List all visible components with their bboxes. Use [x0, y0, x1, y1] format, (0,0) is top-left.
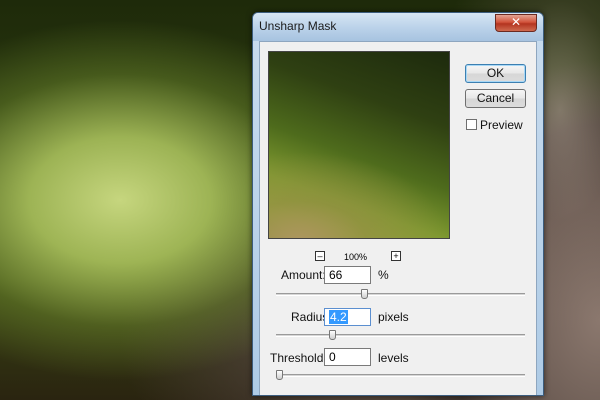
threshold-value: 0 — [329, 350, 336, 364]
cancel-button[interactable]: Cancel — [465, 89, 526, 108]
threshold-label: Threshold: — [270, 351, 327, 365]
threshold-slider-track[interactable] — [276, 374, 525, 377]
radius-slider-track[interactable] — [276, 334, 525, 337]
amount-slider-track[interactable] — [276, 293, 525, 296]
amount-unit: % — [378, 268, 389, 282]
amount-input[interactable]: 66 — [324, 266, 371, 284]
radius-slider-thumb[interactable] — [329, 330, 337, 340]
radius-unit: pixels — [378, 310, 409, 324]
preview-label: Preview — [480, 118, 523, 132]
preview-checkbox[interactable] — [466, 119, 477, 130]
zoom-in-button[interactable]: + — [391, 251, 401, 261]
radius-input[interactable]: 4.2 — [324, 308, 371, 326]
dialog-title: Unsharp Mask — [259, 19, 337, 33]
ok-button[interactable]: OK — [465, 64, 526, 83]
zoom-in-icon: + — [393, 251, 399, 261]
amount-value: 66 — [329, 268, 343, 282]
threshold-input[interactable]: 0 — [324, 348, 371, 366]
threshold-slider-thumb[interactable] — [276, 370, 283, 380]
title-bar[interactable]: Unsharp Mask ✕ — [253, 13, 543, 41]
zoom-out-button[interactable]: – — [315, 251, 325, 261]
dialog-content: – 100% + OK Cancel Preview Amount: 66 % … — [259, 41, 537, 395]
radius-value: 4.2 — [329, 310, 348, 324]
amount-slider-thumb[interactable] — [360, 289, 368, 299]
close-icon: ✕ — [510, 15, 522, 29]
amount-label: Amount: — [281, 268, 326, 282]
threshold-unit: levels — [378, 351, 409, 365]
zoom-level: 100% — [344, 252, 368, 262]
preview-image[interactable] — [268, 51, 450, 239]
close-button[interactable]: ✕ — [495, 14, 537, 32]
unsharp-mask-dialog: Unsharp Mask ✕ – 100% + OK Cancel Previe… — [252, 12, 544, 396]
zoom-out-icon: – — [317, 251, 323, 261]
